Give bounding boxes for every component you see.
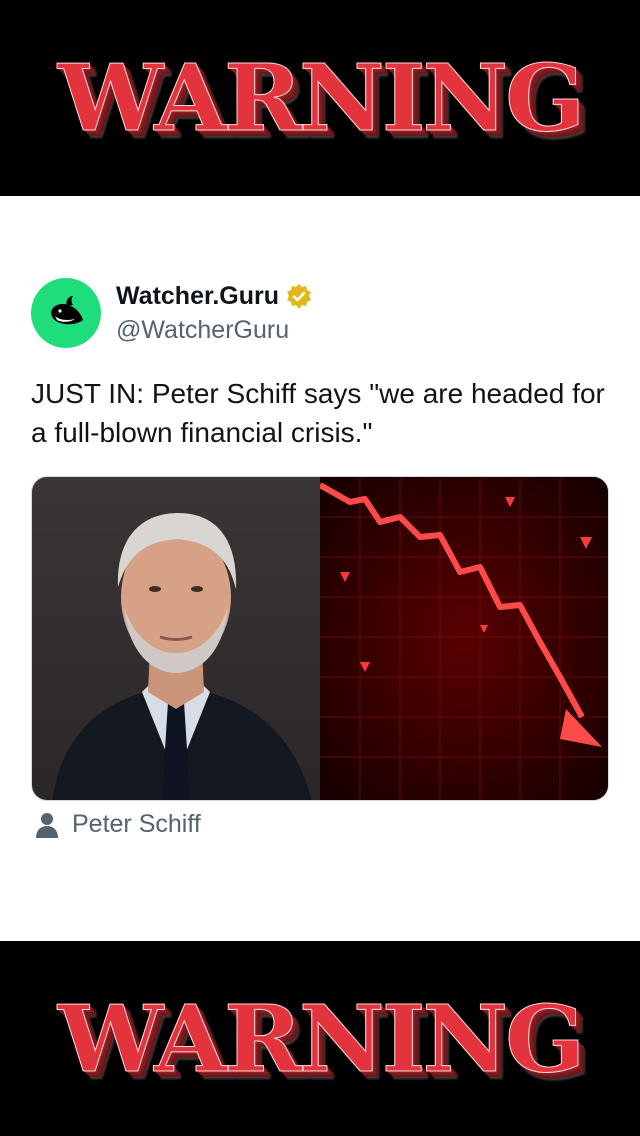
display-name[interactable]: Watcher.Guru (116, 282, 279, 311)
person-icon (36, 812, 58, 838)
account-avatar[interactable] (31, 278, 101, 348)
account-handle[interactable]: @WatcherGuru (116, 316, 289, 345)
top-warning-text: WARNING (57, 44, 585, 152)
media-caption: Peter Schiff (34, 810, 201, 839)
bottom-warning-banner: WARNING (0, 941, 640, 1136)
name-row: Watcher.Guru (116, 282, 313, 311)
top-warning-banner: WARNING (0, 0, 640, 196)
caption-text: Peter Schiff (72, 810, 201, 838)
tweet-media[interactable] (31, 476, 609, 801)
crash-chart-image (318, 477, 608, 800)
portrait-illustration (52, 513, 312, 800)
verified-badge-icon (287, 283, 311, 309)
bottom-warning-text: WARNING (57, 984, 585, 1093)
crash-chart-illustration (318, 477, 608, 800)
person-photo (32, 477, 320, 800)
tweet-text: JUST IN: Peter Schiff says "we are heade… (31, 378, 605, 448)
whale-logo-icon (51, 296, 83, 325)
